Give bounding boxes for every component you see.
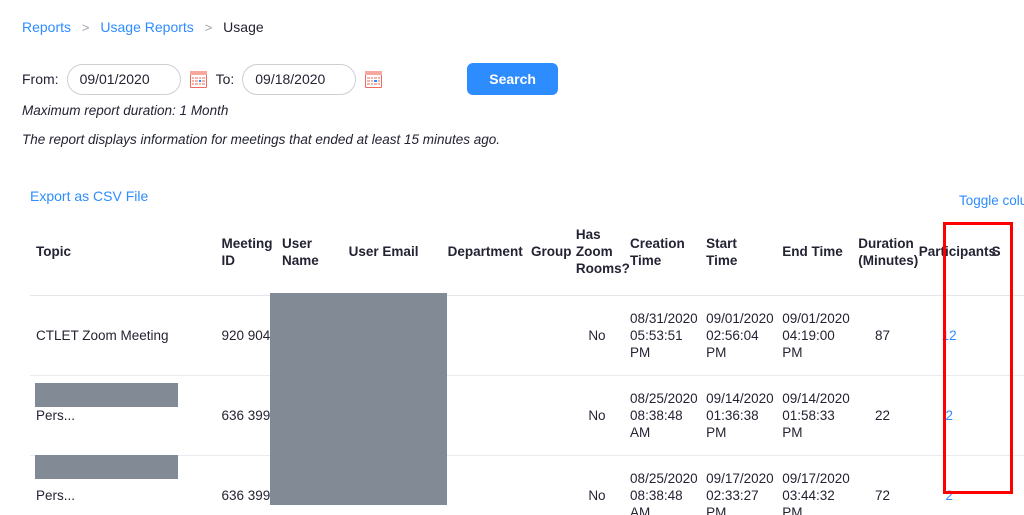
column-header-creation-time[interactable]: Creation Time (624, 218, 701, 296)
calendar-icon-grid (191, 76, 205, 86)
date-filter-bar: From: To: Search (22, 62, 558, 96)
cell-duration: 72 (852, 455, 913, 515)
cell-has-zoom-rooms: No (569, 455, 625, 515)
column-header-user-name[interactable]: User Name (275, 218, 343, 296)
column-header-duration[interactable]: Duration (Minutes) (852, 218, 918, 296)
cell-participants[interactable]: 2 (912, 455, 986, 515)
toggle-columns-link[interactable]: Toggle colu (959, 193, 1024, 208)
cell-group (525, 295, 570, 376)
calendar-icon[interactable] (365, 70, 383, 88)
participants-link[interactable]: 2 (945, 408, 953, 423)
breadcrumb-separator: > (204, 20, 213, 35)
usage-report-page: Reports > Usage Reports > Usage Do From:… (0, 0, 1024, 515)
usage-report-table-wrapper: Topic Meeting ID User Name User Email De… (30, 218, 1024, 515)
column-header-user-email[interactable]: User Email (342, 218, 442, 296)
column-header-source[interactable]: S (985, 218, 1024, 296)
cell-department (441, 455, 526, 515)
report-info-note: The report displays information for meet… (22, 132, 501, 147)
cell-department (441, 375, 526, 456)
cell-meeting-id: 636 399 4782 (215, 455, 304, 515)
to-date-input[interactable] (242, 63, 357, 95)
cell-creation-time: 08/31/2020 05:53:51 PM (624, 295, 701, 376)
cell-participants[interactable]: 2 (912, 375, 986, 456)
cell-source (985, 455, 1024, 515)
calendar-icon-header (189, 70, 207, 75)
breadcrumb: Reports > Usage Reports > Usage (22, 18, 264, 37)
max-duration-note: Maximum report duration: 1 Month (22, 103, 229, 118)
calendar-icon[interactable] (189, 70, 207, 88)
column-header-department[interactable]: Department (441, 218, 526, 296)
breadcrumb-item-usage-reports[interactable]: Usage Reports (100, 19, 193, 35)
table-row[interactable]: Pers... 636 399 4782 No 08/25/2020 08:38… (30, 375, 1024, 456)
redaction-overlay-topic-row-2 (35, 383, 178, 407)
cell-start-time: 09/14/2020 01:36:38 PM (700, 375, 777, 456)
table-row[interactable]: Pers... 636 399 4782 No 08/25/2020 08:38… (30, 455, 1024, 515)
to-label: To: (215, 71, 235, 87)
table-row[interactable]: CTLET Zoom Meeting 920 9047 0823 No 08/3… (30, 295, 1024, 376)
cell-start-time: 09/01/2020 02:56:04 PM (700, 295, 777, 376)
cell-end-time: 09/14/2020 01:58:33 PM (776, 375, 853, 456)
cell-creation-time: 08/25/2020 08:38:48 AM (624, 375, 701, 456)
cell-end-time: 09/01/2020 04:19:00 PM (776, 295, 853, 376)
export-csv-link[interactable]: Export as CSV File (30, 188, 148, 204)
cell-creation-time: 08/25/2020 08:38:48 AM (624, 455, 701, 515)
table-body: CTLET Zoom Meeting 920 9047 0823 No 08/3… (30, 295, 1024, 515)
column-header-start-time[interactable]: Start Time (700, 218, 777, 296)
search-button[interactable]: Search (467, 63, 558, 95)
usage-report-table: Topic Meeting ID User Name User Email De… (30, 218, 1024, 515)
cell-meeting-id: 636 399 4782 (215, 375, 304, 456)
column-header-participants[interactable]: Participants (912, 218, 996, 296)
column-header-meeting-id[interactable]: Meeting ID (215, 218, 276, 296)
cell-has-zoom-rooms: No (569, 375, 625, 456)
breadcrumb-separator: > (81, 20, 90, 35)
cell-duration: 22 (852, 375, 913, 456)
cell-source (985, 375, 1024, 456)
cell-topic: CTLET Zoom Meeting (30, 295, 216, 376)
cell-participants[interactable]: 12 (912, 295, 986, 376)
cell-duration: 87 (852, 295, 913, 376)
cell-source (985, 295, 1024, 376)
participants-link[interactable]: 12 (942, 328, 957, 343)
cell-has-zoom-rooms: No (569, 295, 625, 376)
breadcrumb-item-reports[interactable]: Reports (22, 19, 71, 35)
column-header-topic[interactable]: Topic (30, 218, 216, 296)
redaction-overlay-topic-row-3 (35, 455, 178, 479)
from-date-input[interactable] (66, 63, 181, 95)
cell-start-time: 09/17/2020 02:33:27 PM (700, 455, 777, 515)
cell-group (525, 455, 570, 515)
table-header-row: Topic Meeting ID User Name User Email De… (30, 218, 1024, 296)
cell-department (441, 295, 526, 376)
column-header-has-zoom-rooms[interactable]: Has Zoom Rooms? (569, 218, 630, 296)
cell-group (525, 375, 570, 456)
column-header-end-time[interactable]: End Time (776, 218, 853, 296)
calendar-icon-grid (367, 76, 381, 86)
redaction-overlay-user-columns (270, 293, 447, 505)
table-header: Topic Meeting ID User Name User Email De… (30, 218, 1024, 296)
breadcrumb-item-usage: Usage (223, 19, 264, 35)
participants-link[interactable]: 2 (945, 488, 953, 503)
cell-end-time: 09/17/2020 03:44:32 PM (776, 455, 853, 515)
column-header-group[interactable]: Group (525, 218, 572, 296)
calendar-icon-header (365, 70, 383, 75)
cell-meeting-id: 920 9047 0823 (215, 295, 312, 376)
from-label: From: (22, 71, 59, 87)
